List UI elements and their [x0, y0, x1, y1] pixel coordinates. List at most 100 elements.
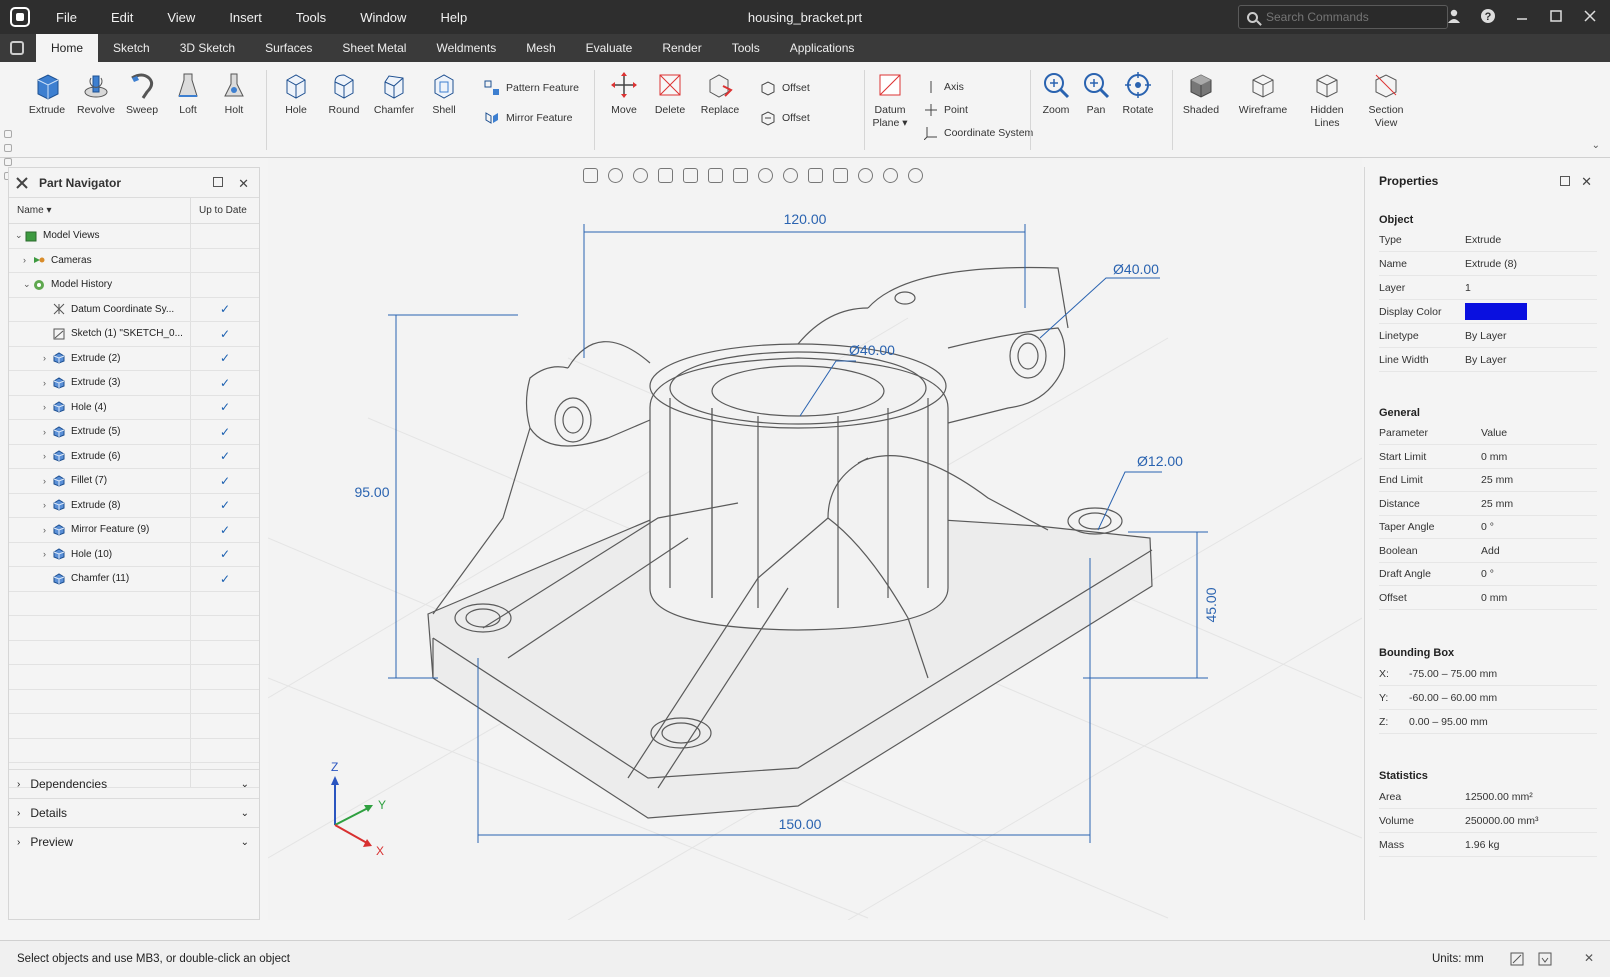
dim-diameter-ear[interactable]: Ø40.00 — [1113, 261, 1159, 277]
delete-button[interactable]: Delete — [642, 62, 698, 117]
search-box[interactable] — [1238, 5, 1448, 29]
tree-row[interactable]: › Extrude (5) ✓ — [9, 420, 259, 445]
statistics-property-row[interactable]: Area 12500.00 mm² — [1379, 787, 1597, 809]
details-section[interactable]: › Details ⌄ — [9, 798, 259, 827]
extrude-button[interactable]: Extrude — [19, 62, 75, 117]
tree-row[interactable]: Sketch (1) "SKETCH_0... ✓ — [9, 322, 259, 347]
tree-row[interactable]: › Mirror Feature (9) ✓ — [9, 518, 259, 543]
general-property-row[interactable]: Start Limit 0 mm — [1379, 447, 1597, 469]
tab-applications[interactable]: Applications — [775, 34, 870, 62]
replace-button[interactable]: Replace — [692, 62, 748, 117]
export-icon[interactable] — [1538, 952, 1552, 966]
tree-row[interactable]: › Extrude (6) ✓ — [9, 444, 259, 469]
general-property-row[interactable]: Taper Angle 0 ° — [1379, 517, 1597, 539]
expand-toggle-icon[interactable]: › — [43, 402, 53, 412]
tab-home[interactable]: Home — [36, 34, 99, 62]
expand-toggle-icon[interactable]: ⌄ — [15, 230, 25, 241]
ribbon-collapse-icon[interactable]: ⌄ — [1592, 140, 1600, 151]
general-property-row[interactable]: End Limit 25 mm — [1379, 470, 1597, 492]
object-property-row[interactable]: Display Color — [1379, 302, 1597, 324]
chamfer-button[interactable]: Chamfer — [366, 62, 422, 117]
dim-height-left[interactable]: 95.00 — [354, 484, 389, 500]
dim-width-top[interactable]: 120.00 — [784, 211, 827, 227]
dim-height-right[interactable]: 45.00 — [1203, 587, 1219, 622]
rotate-button[interactable]: Rotate — [1110, 62, 1166, 117]
tree-row[interactable]: › Fillet (7) ✓ — [9, 469, 259, 494]
bbox-property-row[interactable]: Z: 0.00 – 95.00 mm — [1379, 712, 1597, 734]
tree-row[interactable]: › Extrude (2) ✓ — [9, 346, 259, 371]
general-property-row[interactable]: Draft Angle 0 ° — [1379, 564, 1597, 586]
round-button[interactable]: Round — [316, 62, 372, 117]
section-view-button[interactable]: Section View — [1358, 62, 1414, 130]
mirror-feature-button[interactable]: Mirror Feature — [484, 110, 573, 126]
wireframe-button[interactable]: Wireframe — [1235, 62, 1291, 117]
tab-render[interactable]: Render — [647, 34, 716, 62]
tab-surfaces[interactable]: Surfaces — [250, 34, 327, 62]
preview-section[interactable]: › Preview ⌄ — [9, 827, 259, 856]
status-column-header[interactable]: Up to Date — [191, 205, 247, 216]
general-property-row[interactable]: Boolean Add — [1379, 541, 1597, 563]
general-property-row[interactable]: Distance 25 mm — [1379, 494, 1597, 516]
panel-maximize-icon[interactable] — [1560, 176, 1570, 186]
name-column-header[interactable]: Name ▾ — [9, 197, 191, 224]
expand-toggle-icon[interactable]: › — [43, 378, 53, 388]
dim-diameter-boss[interactable]: Ø40.00 — [849, 342, 895, 358]
expand-toggle-icon[interactable]: › — [43, 427, 53, 437]
tree-row[interactable]: Chamfer (11) ✓ — [9, 567, 259, 592]
object-property-row[interactable]: Layer 1 — [1379, 278, 1597, 300]
point-button[interactable]: Point — [924, 103, 968, 117]
menu-file[interactable]: File — [56, 10, 77, 25]
object-property-row[interactable]: Linetype By Layer — [1379, 326, 1597, 348]
holt-button[interactable]: Holt — [206, 62, 262, 117]
expand-toggle-icon[interactable]: › — [43, 476, 53, 486]
close-icon[interactable]: ✕ — [1584, 951, 1594, 965]
tree-row[interactable]: › Hole (4) ✓ — [9, 395, 259, 420]
axis-button[interactable]: Axis — [924, 80, 964, 94]
panel-maximize-icon[interactable] — [213, 177, 223, 187]
panel-close-icon[interactable]: ✕ — [1581, 174, 1592, 190]
bbox-property-row[interactable]: Y: -60.00 – 60.00 mm — [1379, 688, 1597, 710]
pattern-feature-button[interactable]: Pattern Feature — [484, 80, 579, 96]
expand-toggle-icon[interactable]: › — [43, 451, 53, 461]
app-logo-icon[interactable] — [10, 7, 30, 27]
dim-diameter-hole[interactable]: Ø12.00 — [1137, 453, 1183, 469]
tree-row[interactable]: › Extrude (8) ✓ — [9, 493, 259, 518]
offset-button-1[interactable]: Offset — [760, 80, 810, 96]
expand-toggle-icon[interactable]: › — [43, 500, 53, 510]
tab-mesh[interactable]: Mesh — [511, 34, 570, 62]
coordinate-system-button[interactable]: Coordinate System — [924, 126, 1033, 140]
expand-toggle-icon[interactable]: ⌄ — [23, 279, 33, 290]
dependencies-section[interactable]: › Dependencies ⌄ — [9, 769, 259, 798]
expand-toggle-icon[interactable]: › — [23, 255, 33, 265]
menu-window[interactable]: Window — [360, 10, 406, 25]
maximize-icon[interactable] — [1548, 8, 1564, 24]
bbox-property-row[interactable]: X: -75.00 – 75.00 mm — [1379, 664, 1597, 686]
shaded-button[interactable]: Shaded — [1173, 62, 1229, 117]
graphics-viewport[interactable]: 120.00 Ø40.00 Ø40.00 95.00 Ø12.00 45.00 … — [268, 158, 1362, 920]
general-property-row[interactable]: Offset 0 mm — [1379, 588, 1597, 610]
statistics-property-row[interactable]: Volume 250000.00 mm³ — [1379, 811, 1597, 833]
close-icon[interactable] — [1582, 8, 1598, 24]
menu-help[interactable]: Help — [440, 10, 467, 25]
hidden-lines-button[interactable]: Hidden Lines — [1299, 62, 1355, 130]
tree-row[interactable]: ⌄ Model History — [9, 273, 259, 298]
shell-button[interactable]: Shell — [416, 62, 472, 117]
object-property-row[interactable]: Type Extrude — [1379, 230, 1597, 252]
user-icon[interactable] — [1446, 8, 1462, 24]
tab-sketch[interactable]: Sketch — [98, 34, 165, 62]
tab-tools[interactable]: Tools — [717, 34, 775, 62]
tab-3d-sketch[interactable]: 3D Sketch — [165, 34, 250, 62]
expand-toggle-icon[interactable]: › — [43, 525, 53, 535]
expand-toggle-icon[interactable]: › — [43, 353, 53, 363]
help-icon[interactable]: ? — [1480, 8, 1496, 24]
tab-sheet-metal[interactable]: Sheet Metal — [327, 34, 421, 62]
search-input[interactable] — [1266, 10, 1436, 24]
edit-icon[interactable] — [1510, 952, 1524, 966]
dim-width-bottom[interactable]: 150.00 — [779, 816, 822, 832]
tree-row[interactable]: ⌄ Model Views — [9, 224, 259, 249]
tab-weldments[interactable]: Weldments — [421, 34, 511, 62]
menu-view[interactable]: View — [167, 10, 195, 25]
tree-row[interactable]: › Extrude (3) ✓ — [9, 371, 259, 396]
object-property-row[interactable]: Name Extrude (8) — [1379, 254, 1597, 276]
quick-access-icon[interactable] — [10, 41, 24, 55]
